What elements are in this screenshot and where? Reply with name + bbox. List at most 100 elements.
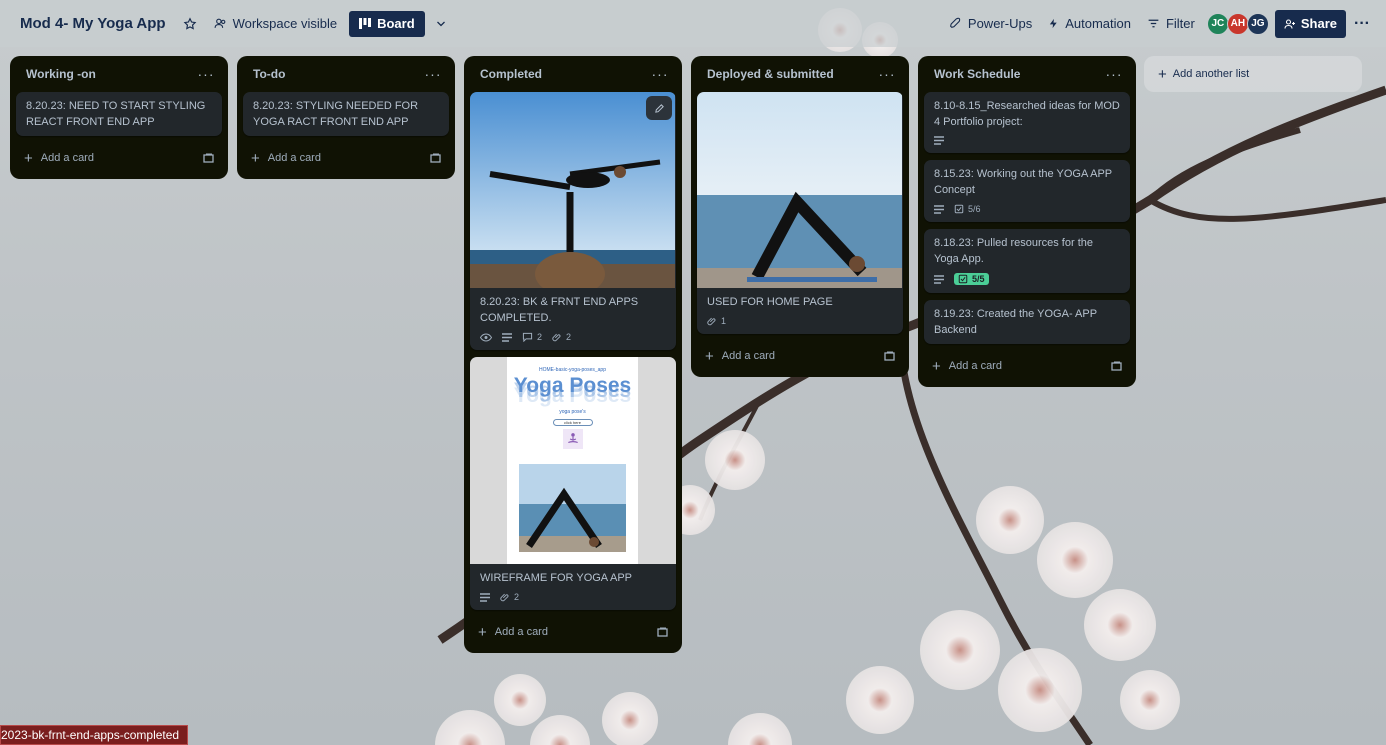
wireframe-subheading: yoga pose's: [559, 409, 586, 415]
template-icon[interactable]: [203, 153, 214, 163]
card[interactable]: 8.18.23: Pulled resources for the Yoga A…: [924, 229, 1130, 293]
card[interactable]: 8.10-8.15_Researched ideas for MOD 4 Por…: [924, 92, 1130, 153]
description-badge: [934, 204, 944, 214]
add-card-button[interactable]: + Add a card: [243, 143, 449, 173]
add-card-button[interactable]: + Add a card: [924, 351, 1130, 381]
checklist-complete-badge: 5/5: [954, 273, 989, 285]
description-icon: [480, 592, 490, 602]
list-menu-icon[interactable]: ···: [421, 66, 445, 82]
list-title[interactable]: Deployed & submitted: [707, 67, 834, 81]
add-card-label: Add a card: [494, 626, 548, 638]
list-title[interactable]: Completed: [480, 67, 542, 81]
card[interactable]: USED FOR HOME PAGE 1: [697, 92, 903, 334]
paperclip-icon: [552, 333, 561, 342]
board-menu-button[interactable]: ···: [1346, 8, 1378, 40]
list-menu-icon[interactable]: ···: [1102, 66, 1126, 82]
template-icon[interactable]: [430, 153, 441, 163]
card-title: 8.18.23: Pulled resources for the Yoga A…: [934, 237, 1093, 265]
description-badge: [480, 592, 490, 602]
add-card-label: Add a card: [721, 350, 775, 362]
wireframe-heading: Yoga Poses: [513, 374, 632, 397]
board-header: Mod 4- My Yoga App Workspace visible Boa…: [0, 0, 1386, 47]
meditation-icon: [562, 429, 583, 449]
list-title[interactable]: Working -on: [26, 67, 96, 81]
person-plus-icon: [1284, 18, 1295, 29]
view-switcher-button[interactable]: [425, 8, 457, 40]
star-button[interactable]: [174, 8, 206, 40]
filter-button[interactable]: Filter: [1139, 8, 1203, 40]
list-menu-icon[interactable]: ···: [648, 66, 672, 82]
add-another-list-button[interactable]: + Add another list: [1144, 56, 1362, 92]
edit-card-button[interactable]: [646, 96, 672, 120]
list-menu-icon[interactable]: ···: [194, 66, 218, 82]
card-cover-image: HOME-basic-yoga-poses_app Yoga Poses yog…: [470, 357, 676, 564]
add-card-button[interactable]: + Add a card: [470, 617, 676, 647]
list-deployed-submitted: Deployed & submitted ··· USED FOR HOME P…: [691, 56, 909, 377]
pencil-icon: [654, 103, 664, 113]
card[interactable]: 8.19.23: Created the YOGA- APP Backend: [924, 300, 1130, 344]
checklist-count: 5/5: [972, 274, 985, 284]
card-title: 8.15.23: Working out the YOGA APP Concep…: [934, 168, 1112, 196]
paperclip-icon: [707, 317, 716, 326]
card[interactable]: HOME-basic-yoga-poses_app Yoga Poses yog…: [470, 357, 676, 610]
list-working-on: Working -on ··· 8.20.23: NEED TO START S…: [10, 56, 228, 179]
description-icon: [934, 136, 944, 145]
card[interactable]: 8.15.23: Working out the YOGA APP Concep…: [924, 160, 1130, 222]
avatar-ah[interactable]: AH: [1226, 12, 1249, 35]
board-title[interactable]: Mod 4- My Yoga App: [12, 15, 174, 32]
card-title: WIREFRAME FOR YOGA APP: [480, 572, 632, 584]
attachments-count: 1: [721, 316, 727, 326]
checklist-count: 5/6: [968, 204, 981, 214]
share-button[interactable]: Share: [1274, 9, 1346, 38]
avatar-jc[interactable]: JC: [1206, 12, 1229, 35]
description-badge: [934, 274, 944, 284]
add-list-label: Add another list: [1172, 68, 1250, 80]
member-avatars: JC AH JG: [1206, 12, 1269, 35]
comment-icon: [522, 332, 533, 342]
share-label: Share: [1300, 16, 1337, 31]
board-view-label: Board: [377, 16, 415, 31]
comments-count: 2: [537, 332, 543, 342]
automation-label: Automation: [1065, 16, 1131, 31]
template-icon[interactable]: [1111, 361, 1122, 371]
description-badge: [502, 332, 512, 342]
list-title[interactable]: To-do: [253, 67, 285, 81]
automation-button[interactable]: Automation: [1040, 8, 1139, 40]
powerups-button[interactable]: Power-Ups: [941, 8, 1040, 40]
status-link-tooltip: 2023-bk-frnt-end-apps-completed: [0, 725, 189, 745]
checkbox-icon: [954, 204, 964, 214]
wireframe-title: HOME-basic-yoga-poses_app: [539, 367, 606, 373]
visibility-button[interactable]: Workspace visible: [206, 8, 346, 40]
plus-icon: +: [1158, 65, 1167, 83]
lightning-icon: [1050, 18, 1057, 29]
add-card-button[interactable]: + Add a card: [16, 143, 222, 173]
watching-badge: [480, 332, 492, 342]
eye-icon: [480, 332, 492, 342]
card-title: 8.20.23: NEED TO START STYLING REACT FRO…: [26, 100, 206, 128]
add-card-button[interactable]: + Add a card: [697, 341, 903, 371]
wireframe-preview: HOME-basic-yoga-poses_app Yoga Poses yog…: [507, 357, 638, 564]
attachments-count: 2: [514, 592, 520, 602]
card-cover-image: [697, 92, 903, 288]
list-title[interactable]: Work Schedule: [934, 67, 1020, 81]
powerups-label: Power-Ups: [967, 16, 1033, 31]
comments-badge: 2: [522, 332, 542, 342]
rocket-icon: [949, 17, 961, 28]
list-menu-icon[interactable]: ···: [875, 66, 899, 82]
avatar-jg[interactable]: JG: [1246, 12, 1269, 35]
card[interactable]: 8.20.23: NEED TO START STYLING REACT FRO…: [16, 92, 222, 136]
description-icon: [502, 332, 512, 342]
attachments-badge: 1: [707, 316, 726, 326]
card[interactable]: 8.20.23: STYLING NEEDED FOR YOGA RACT FR…: [243, 92, 449, 136]
card[interactable]: 8.20.23: BK & FRNT END APPS COMPLETED. 2…: [470, 92, 676, 350]
attachments-badge: 2: [500, 592, 519, 602]
board-icon: [359, 18, 372, 29]
description-icon: [934, 274, 944, 284]
plus-icon: +: [251, 149, 260, 167]
board-view-button[interactable]: Board: [349, 10, 425, 37]
plus-icon: +: [24, 149, 33, 167]
attachments-count: 2: [566, 332, 572, 342]
template-icon[interactable]: [657, 627, 668, 637]
description-icon: [934, 204, 944, 214]
template-icon[interactable]: [884, 351, 895, 361]
